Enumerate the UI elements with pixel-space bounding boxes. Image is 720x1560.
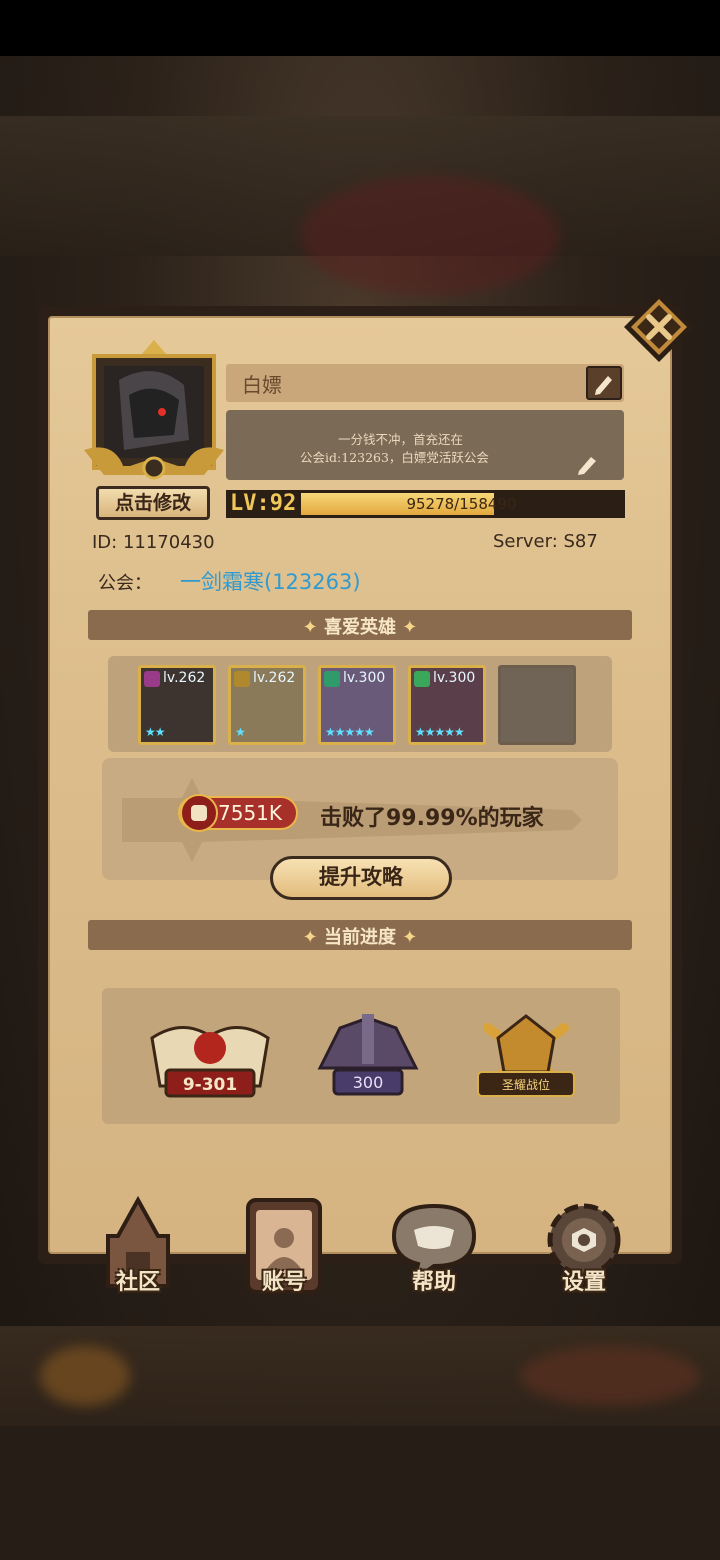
settings-label: 设置 [561,1270,606,1295]
hero-level: lv.300 [343,670,386,686]
empty-hero-slot[interactable] [498,665,576,745]
arena-rank: 圣耀战位 [502,1077,550,1092]
class-icon [234,671,250,687]
hero-stars: ★★ [145,725,165,739]
fist-icon [180,794,218,832]
hero-slot[interactable]: lv.262 ★ [228,665,306,745]
class-icon [414,671,430,687]
edit-name-button[interactable] [586,366,622,400]
guild-label: 公会： [98,573,152,594]
power-rank-text: 击败了99.99%的玩家 [320,806,544,831]
server-label: Server: S87 [493,531,598,552]
pencil-icon [595,376,612,395]
avatar[interactable] [84,340,224,490]
campaign-book-icon[interactable]: 9-301 [142,1008,278,1104]
account-label: 账号 [261,1270,306,1295]
class-icon [324,671,340,687]
close-icon[interactable] [622,290,696,364]
progress-title: ✦ 当前进度 ✦ [302,927,418,948]
bio-line-2: 公会id:123263，白嫖党活跃公会 [300,450,489,465]
xp-text: 95278/158490 [406,495,517,513]
hero-slot[interactable]: lv.262 ★★ [138,665,216,745]
arena-icon[interactable]: 圣耀战位 [458,1008,594,1104]
player-id: ID: 11170430 [92,532,215,553]
level-badge: LV:92 [226,490,300,518]
tower-icon[interactable]: 300 [300,1008,436,1104]
community-label: 社区 [115,1270,160,1295]
class-icon [144,671,160,687]
hero-level: lv.300 [433,670,476,686]
hero-stars: ★ [235,725,246,739]
help-label: 帮助 [411,1270,456,1295]
hero-slot[interactable]: lv.300 ★★★★★ [408,665,486,745]
guild-link[interactable]: 一剑霜寒(123263) [180,566,361,596]
hero-slot[interactable]: lv.300 ★★★★★ [318,665,396,745]
player-name: 白嫖 [242,373,282,397]
favorite-heroes-title: ✦ 喜爱英雄 ✦ [302,617,418,638]
bio-line-1: 一分钱不冲，首充还在 [338,432,464,447]
xp-bar: 95278/158490 [298,490,625,518]
edit-avatar-button[interactable]: 点击修改 [96,486,210,520]
hero-level: lv.262 [253,670,296,686]
upgrade-guide-button[interactable]: 提升攻略 [270,856,452,900]
hero-stars: ★★★★★ [415,725,465,739]
tower-floor: 300 [353,1073,384,1092]
status-bar [0,0,720,56]
campaign-stage: 9-301 [183,1075,237,1095]
name-field [226,364,624,402]
hero-level: lv.262 [163,670,206,686]
hero-stars: ★★★★★ [325,725,375,739]
pencil-icon[interactable] [574,452,602,476]
